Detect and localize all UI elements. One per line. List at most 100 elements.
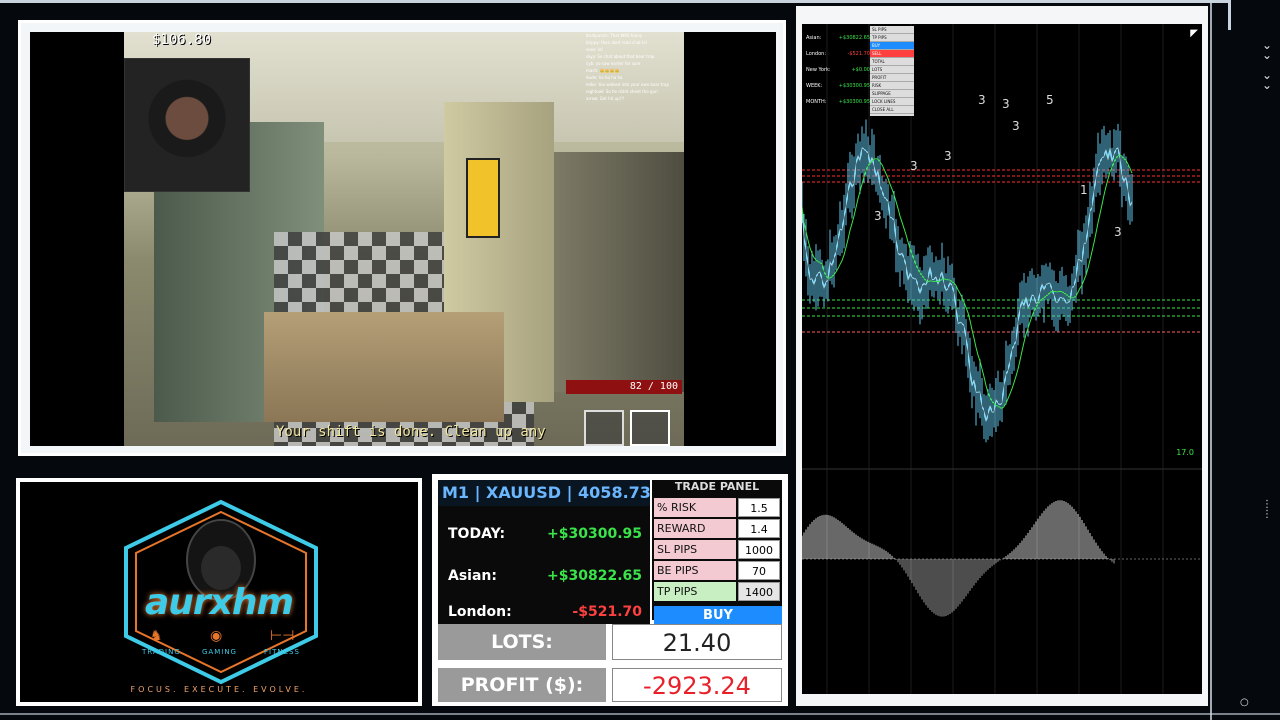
chat-message: mike: You walked into your own bear trap	[586, 82, 670, 87]
tp-pips-label: TP PIPS	[654, 582, 736, 601]
trade-panel: TRADE PANEL % RISK 1.5 REWARD 1.4 SL PIP…	[652, 480, 782, 626]
mini-panel-item[interactable]: TOTAL	[870, 58, 914, 66]
hotbar-slot-selected	[630, 410, 670, 446]
logo-category-gaming: GAMING	[202, 648, 237, 656]
logo-category-trading: TRADING	[142, 648, 181, 656]
wave-label: 3	[910, 159, 918, 173]
mini-stat-label: New York:	[806, 67, 831, 73]
buy-button[interactable]: BUY	[654, 606, 782, 626]
top-frame-line	[0, 0, 1230, 3]
logo-wordmark: aurxhm	[144, 582, 294, 623]
mini-panel-item[interactable]: RISK	[870, 82, 914, 90]
mini-stat-label: London:	[806, 51, 827, 57]
tp-pips-input[interactable]: 1400	[738, 582, 780, 601]
mini-stat-value: -$521.70	[847, 51, 870, 57]
hotbar-slot	[584, 410, 624, 446]
reward-input[interactable]: 1.4	[738, 519, 780, 538]
mini-stats: Asian: +$30822.65 London: -$521.70 New York:…	[806, 30, 870, 110]
mini-panel-item[interactable]: SL PIPS	[870, 26, 914, 34]
mini-panel-item[interactable]: LOTS	[870, 66, 914, 74]
mini-panel-item[interactable]: LOCK LINES	[870, 98, 914, 106]
performance-box: M1 | XAUUSD | 4058.73 TODAY: +$30300.95 …	[438, 480, 650, 624]
logo-panel: aurxhm ♞ ◉ ⊢⊣ TRADING GAMING FITNESS FOC…	[20, 482, 418, 702]
symbol-header: M1 | XAUUSD | 4058.73	[438, 480, 650, 506]
game-subtitle: Your shift is done. Clean up any	[276, 424, 546, 440]
be-pips-label: BE PIPS	[654, 561, 736, 580]
london-row: London: -$521.70	[438, 598, 650, 626]
mini-stat-row: Asian: +$30822.65	[806, 30, 870, 46]
circle-icon: ○	[1240, 697, 1249, 708]
stream-overlay: ⌄ ⌄ ⌄ ⌄ ⋮ ⋮ ○ $106.80 bruhpunch: That WAS f…	[0, 0, 1280, 720]
dots-icon: ⋮ ⋮	[1262, 499, 1272, 520]
mini-panel-item[interactable]: PROFIT	[870, 74, 914, 82]
mini-panel-item[interactable]: BUY	[870, 42, 914, 50]
mini-stat-label: WEEK:	[806, 83, 823, 89]
chat-message: cyb: yo saw earlier for sure	[586, 61, 641, 66]
sl-pips-label: SL PIPS	[654, 540, 736, 559]
webcam-feed	[124, 58, 250, 192]
bull-icon: ♞	[150, 628, 163, 644]
today-row: TODAY: +$30300.95	[438, 516, 650, 552]
game-viewport: $106.80 bruhpunch: That WAS funny brippy…	[124, 32, 684, 446]
reward-row: REWARD 1.4	[654, 519, 780, 538]
chat-message: brippy: then dont read chat lol	[586, 40, 647, 45]
mini-stat-value: +$0.00	[851, 67, 870, 73]
asian-value: +$30822.65	[547, 568, 642, 584]
wave-label: 3	[944, 149, 952, 163]
chart-canvas: 333335133	[802, 24, 1202, 694]
chat-message: xoxo: lol	[586, 47, 603, 52]
wave-label: 5	[1046, 93, 1054, 107]
chat-message: dude: ha ha ha ha	[586, 75, 623, 80]
chat-message: nightowl: So he didnt sheet the gun	[586, 89, 658, 94]
sl-pips-input[interactable]: 1000	[738, 540, 780, 559]
chat-message: arrow: Get hit up!!!	[586, 96, 625, 101]
profit-label: PROFIT ($):	[438, 668, 606, 702]
asian-row: Asian: +$30822.65	[438, 558, 650, 594]
logo-category-fitness: FITNESS	[264, 648, 300, 656]
health-bar: 82 / 100	[566, 380, 682, 394]
mini-stat-value: +$30822.65	[838, 35, 870, 41]
sl-pips-row: SL PIPS 1000	[654, 540, 780, 559]
london-label: London:	[448, 604, 512, 620]
gamepad-icon: ◉	[210, 628, 223, 644]
asian-label: Asian:	[448, 568, 497, 584]
chat-overlay: bruhpunch: That WAS funny brippy: then d…	[586, 32, 684, 102]
mini-stat-label: MONTH:	[806, 99, 827, 105]
game-panel: $106.80 bruhpunch: That WAS funny brippy…	[30, 32, 776, 446]
logo-tagline: FOCUS. EXECUTE. EVOLVE.	[130, 685, 308, 694]
reward-label: REWARD	[654, 519, 736, 538]
chat-message: skyy: So chat about that bear trap	[586, 54, 655, 59]
chart-scroll-icon[interactable]: ◤	[1190, 28, 1198, 39]
mini-panel-item[interactable]: CLOSE ALL	[870, 106, 914, 114]
trading-info-panel: M1 | XAUUSD | 4058.73 TODAY: +$30300.95 …	[432, 474, 788, 706]
right-frame-line	[1210, 0, 1212, 720]
mini-stat-row: London: -$521.70	[806, 46, 870, 62]
dumbbell-icon: ⊢⊣	[270, 628, 295, 644]
mini-panel-item[interactable]: SLIPPAGE	[870, 90, 914, 98]
chart-frame: 333335133 Asian: +$30822.65 London: -$521.7…	[796, 6, 1208, 706]
wave-label: 3	[1114, 225, 1122, 239]
wave-label: 3	[874, 209, 882, 223]
chevron-down-icon: ⌄ ⌄	[1262, 68, 1273, 92]
risk-input[interactable]: 1.5	[738, 498, 780, 517]
be-pips-input[interactable]: 70	[738, 561, 780, 580]
london-value: -$521.70	[572, 604, 642, 620]
tp-pips-row: TP PIPS 1400	[654, 582, 780, 601]
risk-label: % RISK	[654, 498, 736, 517]
mini-stat-row: New York: +$0.00	[806, 62, 870, 78]
bottom-frame-line	[0, 713, 1280, 715]
mini-stat-value: +$30300.95	[838, 99, 870, 105]
top-frame-corner	[1228, 0, 1231, 30]
price-level-label: 17.0	[1176, 448, 1194, 457]
wave-label: 3	[1012, 119, 1020, 133]
chevron-down-icon: ⌄ ⌄	[1262, 38, 1273, 62]
wave-label: 1	[1080, 183, 1088, 197]
wave-label: 3	[1002, 97, 1010, 111]
mini-stat-row: WEEK: +$30300.95	[806, 78, 870, 94]
mini-panel-item[interactable]: TP PIPS	[870, 34, 914, 42]
mini-panel-item[interactable]: SELL	[870, 50, 914, 58]
profit-value: -2923.24	[612, 668, 782, 702]
mini-stat-label: Asian:	[806, 35, 822, 41]
price-chart: 333335133 Asian: +$30822.65 London: -$521.7…	[802, 24, 1202, 694]
be-pips-row: BE PIPS 70	[654, 561, 780, 580]
